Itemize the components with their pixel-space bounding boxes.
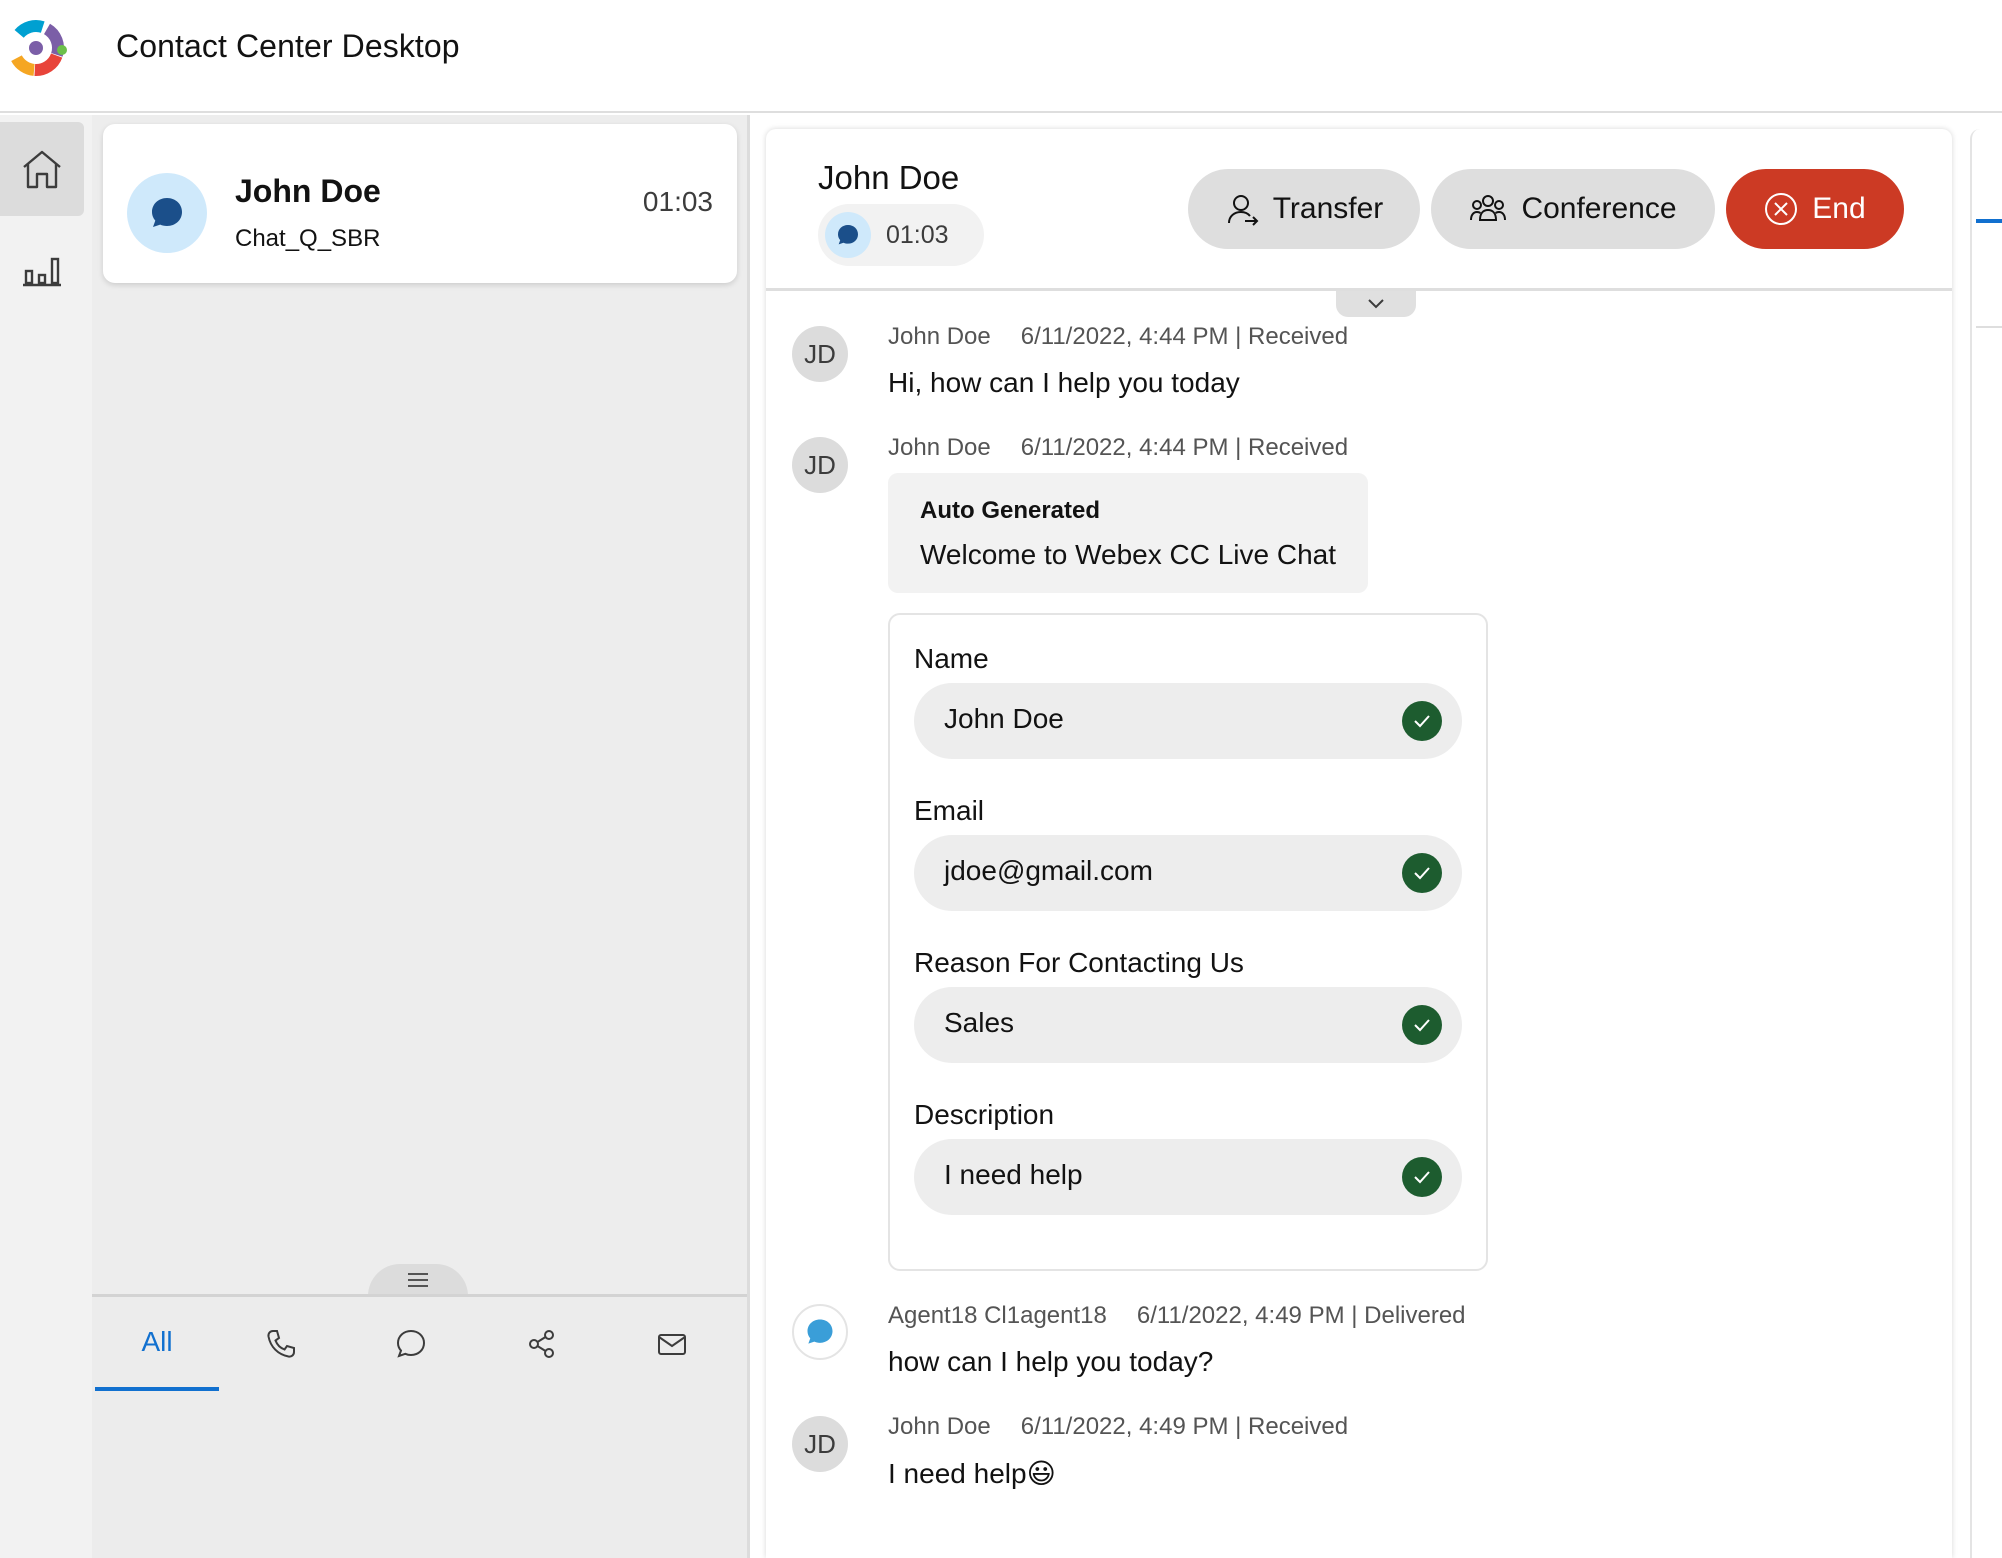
form-label-reason: Reason For Contacting Us xyxy=(914,947,1244,978)
message-text: Hi, how can I help you today xyxy=(888,367,1240,398)
task-channel-avatar xyxy=(127,173,207,253)
filter-tab-chat[interactable] xyxy=(349,1297,473,1391)
message-sender: John Doe xyxy=(888,1413,991,1440)
interaction-channel-avatar xyxy=(825,212,871,258)
interaction-header: John Doe 01:03 Transfer Conference End xyxy=(766,129,1952,291)
transfer-button-label: Transfer xyxy=(1272,192,1384,225)
app-header: Contact Center Desktop xyxy=(0,0,2002,113)
filter-tab-phone[interactable] xyxy=(219,1297,343,1391)
message-timestamp: 6/11/2022, 4:44 PM | Received xyxy=(1020,434,1349,461)
form-value-name: John Doe xyxy=(944,703,1064,734)
message-sender: John Doe xyxy=(888,323,991,350)
conference-button[interactable]: Conference xyxy=(1431,169,1715,249)
filter-tab-all[interactable]: All xyxy=(95,1297,219,1391)
message-sender: Agent18 Cl1agent18 xyxy=(888,1302,1107,1329)
avatar: JD xyxy=(792,326,848,382)
interaction-panel: John Doe 01:03 Transfer Conference End J… xyxy=(766,129,1952,1558)
task-list-panel: John Doe Chat_Q_SBR 01:03 All xyxy=(92,115,750,1558)
interaction-timer: 01:03 xyxy=(818,204,984,266)
message-meta: John Doe 6/11/2022, 4:49 PM | Received xyxy=(888,1413,1348,1441)
form-label-email: Email xyxy=(914,795,985,826)
form-field-reason: Sales xyxy=(914,987,1462,1063)
form-label-name: Name xyxy=(914,643,989,674)
message-text: how can I help you today? xyxy=(888,1346,1214,1377)
chat-icon xyxy=(152,198,182,227)
message-text: Welcome to Webex CC Live Chat xyxy=(920,539,1337,570)
interaction-customer-name: John Doe xyxy=(818,159,960,196)
phone-icon xyxy=(267,1330,295,1358)
transfer-button[interactable]: Transfer xyxy=(1188,169,1420,249)
webex-logo xyxy=(4,16,68,80)
form-field-name: John Doe xyxy=(914,683,1462,759)
message-text: I need help😃 xyxy=(888,1458,1056,1489)
end-button[interactable]: End xyxy=(1726,169,1904,249)
chevron-down-icon xyxy=(1368,299,1384,309)
task-customer-name: John Doe xyxy=(235,173,381,209)
message-timestamp: 6/11/2022, 4:44 PM | Received xyxy=(1020,323,1349,350)
chat-icon xyxy=(396,1329,426,1358)
form-field-email: jdoe@gmail.com xyxy=(914,835,1462,911)
message-meta: John Doe 6/11/2022, 4:44 PM | Received xyxy=(888,434,1348,462)
auto-generated-label: Auto Generated xyxy=(920,497,1101,524)
channel-filter-bar: All xyxy=(92,1294,747,1558)
message-timestamp: 6/11/2022, 4:49 PM | Received xyxy=(1020,1413,1349,1440)
close-circle-icon xyxy=(1765,193,1798,225)
transfer-icon xyxy=(1227,195,1259,226)
interaction-timer-text: 01:03 xyxy=(886,221,949,249)
nav-rail xyxy=(0,115,92,1558)
agent-avatar xyxy=(792,1304,848,1360)
task-card[interactable]: John Doe Chat_Q_SBR 01:03 xyxy=(103,124,737,283)
filter-tab-social[interactable] xyxy=(480,1297,604,1391)
message-meta: John Doe 6/11/2022, 4:44 PM | Received xyxy=(888,323,1348,351)
task-queue-name: Chat_Q_SBR xyxy=(235,225,381,252)
nav-stats-button[interactable] xyxy=(0,222,84,316)
conference-button-label: Conference xyxy=(1521,192,1677,225)
home-icon xyxy=(23,150,61,189)
form-value-email: jdoe@gmail.com xyxy=(944,855,1153,886)
mail-icon xyxy=(658,1334,686,1355)
form-value-reason: Sales xyxy=(944,1007,1015,1038)
aux-divider xyxy=(1976,326,2002,328)
filter-drawer-handle[interactable] xyxy=(368,1264,468,1296)
check-icon xyxy=(1402,853,1442,893)
app-title: Contact Center Desktop xyxy=(116,28,460,64)
share-icon xyxy=(529,1330,554,1358)
avatar: JD xyxy=(792,437,848,493)
stats-icon xyxy=(23,257,61,287)
form-field-description: I need help xyxy=(914,1139,1462,1215)
aux-tab-indicator xyxy=(1976,219,2002,223)
end-button-label: End xyxy=(1812,192,1866,225)
avatar: JD xyxy=(792,1416,848,1472)
header-collapse-toggle[interactable] xyxy=(1336,291,1416,317)
check-icon xyxy=(1402,701,1442,741)
message-meta: Agent18 Cl1agent18 6/11/2022, 4:49 PM | D… xyxy=(888,1302,1466,1330)
pre-chat-form: Name John Doe Email jdoe@gmail.com Reaso… xyxy=(888,613,1488,1271)
form-label-description: Description xyxy=(914,1099,1055,1130)
check-icon xyxy=(1402,1005,1442,1045)
nav-home-button[interactable] xyxy=(0,122,84,216)
chat-icon xyxy=(807,1319,833,1344)
form-value-description: I need help xyxy=(944,1159,1083,1190)
message-timestamp: 6/11/2022, 4:49 PM | Delivered xyxy=(1136,1302,1466,1329)
filter-tab-all-label: All xyxy=(141,1326,173,1357)
auxiliary-panel-edge[interactable] xyxy=(1970,129,2002,1558)
task-timer: 01:03 xyxy=(642,186,713,217)
chat-icon xyxy=(838,225,858,245)
filter-tab-email[interactable] xyxy=(610,1297,734,1391)
menu-icon xyxy=(408,1273,428,1287)
message-sender: John Doe xyxy=(888,434,991,461)
auto-generated-message: Auto Generated Welcome to Webex CC Live … xyxy=(888,473,1368,593)
conference-icon xyxy=(1470,195,1507,221)
check-icon xyxy=(1402,1157,1442,1197)
